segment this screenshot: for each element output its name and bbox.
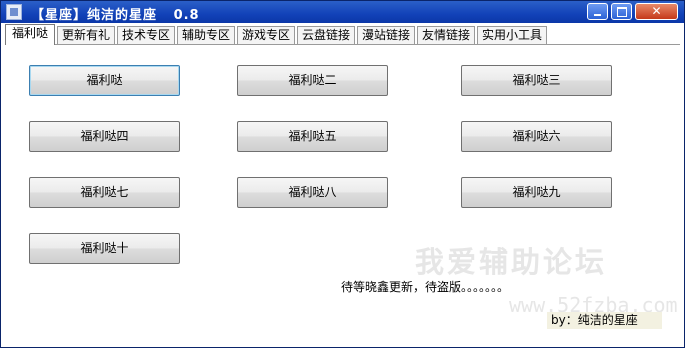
fulida-button-8[interactable]: 福利哒八 xyxy=(237,177,388,208)
fulida-button-9[interactable]: 福利哒九 xyxy=(461,177,612,208)
status-text: 待等晓鑫更新，待盗版。。。。。。。 xyxy=(341,280,510,294)
tab-divider xyxy=(5,44,680,45)
app-window: 【星座】纯洁的星座 0.8 ✕ 福利哒 更新有礼 技术专区 辅助专区 游戏专区 … xyxy=(0,0,685,348)
fulida-button-4[interactable]: 福利哒四 xyxy=(29,121,180,152)
fulida-button-2[interactable]: 福利哒二 xyxy=(237,65,388,96)
tab-tools[interactable]: 实用小工具 xyxy=(477,26,547,44)
close-button[interactable]: ✕ xyxy=(635,3,678,20)
maximize-button[interactable] xyxy=(611,3,632,20)
maximize-icon xyxy=(617,7,627,17)
minimize-button[interactable] xyxy=(587,3,608,20)
tab-games[interactable]: 游戏专区 xyxy=(237,26,295,44)
tab-assist[interactable]: 辅助专区 xyxy=(177,26,235,44)
fulida-button-10[interactable]: 福利哒十 xyxy=(29,233,180,264)
minimize-icon xyxy=(594,14,601,16)
title-bar[interactable]: 【星座】纯洁的星座 0.8 ✕ xyxy=(1,1,684,23)
tab-cloud-links[interactable]: 云盘链接 xyxy=(297,26,355,44)
fulida-button-3[interactable]: 福利哒三 xyxy=(461,65,612,96)
credit-text: by：纯洁的星座 xyxy=(547,312,662,329)
fulida-button-6[interactable]: 福利哒六 xyxy=(461,121,612,152)
fulida-button-5[interactable]: 福利哒五 xyxy=(237,121,388,152)
tab-bar: 福利哒 更新有礼 技术专区 辅助专区 游戏专区 云盘链接 漫站链接 友情链接 实… xyxy=(1,23,684,45)
window-title: 【星座】纯洁的星座 0.8 xyxy=(31,8,200,23)
close-icon: ✕ xyxy=(651,4,662,18)
tab-fulida[interactable]: 福利哒 xyxy=(5,24,55,45)
watermark-title: 我爱辅助论坛 xyxy=(415,245,608,279)
tab-comic-links[interactable]: 漫站链接 xyxy=(357,26,415,44)
tab-updates[interactable]: 更新有礼 xyxy=(57,26,115,44)
app-icon[interactable] xyxy=(6,4,22,20)
tab-tech[interactable]: 技术专区 xyxy=(117,26,175,44)
fulida-button-1[interactable]: 福利哒 xyxy=(29,65,180,96)
fulida-button-7[interactable]: 福利哒七 xyxy=(29,177,180,208)
tab-friend-links[interactable]: 友情链接 xyxy=(417,26,475,44)
